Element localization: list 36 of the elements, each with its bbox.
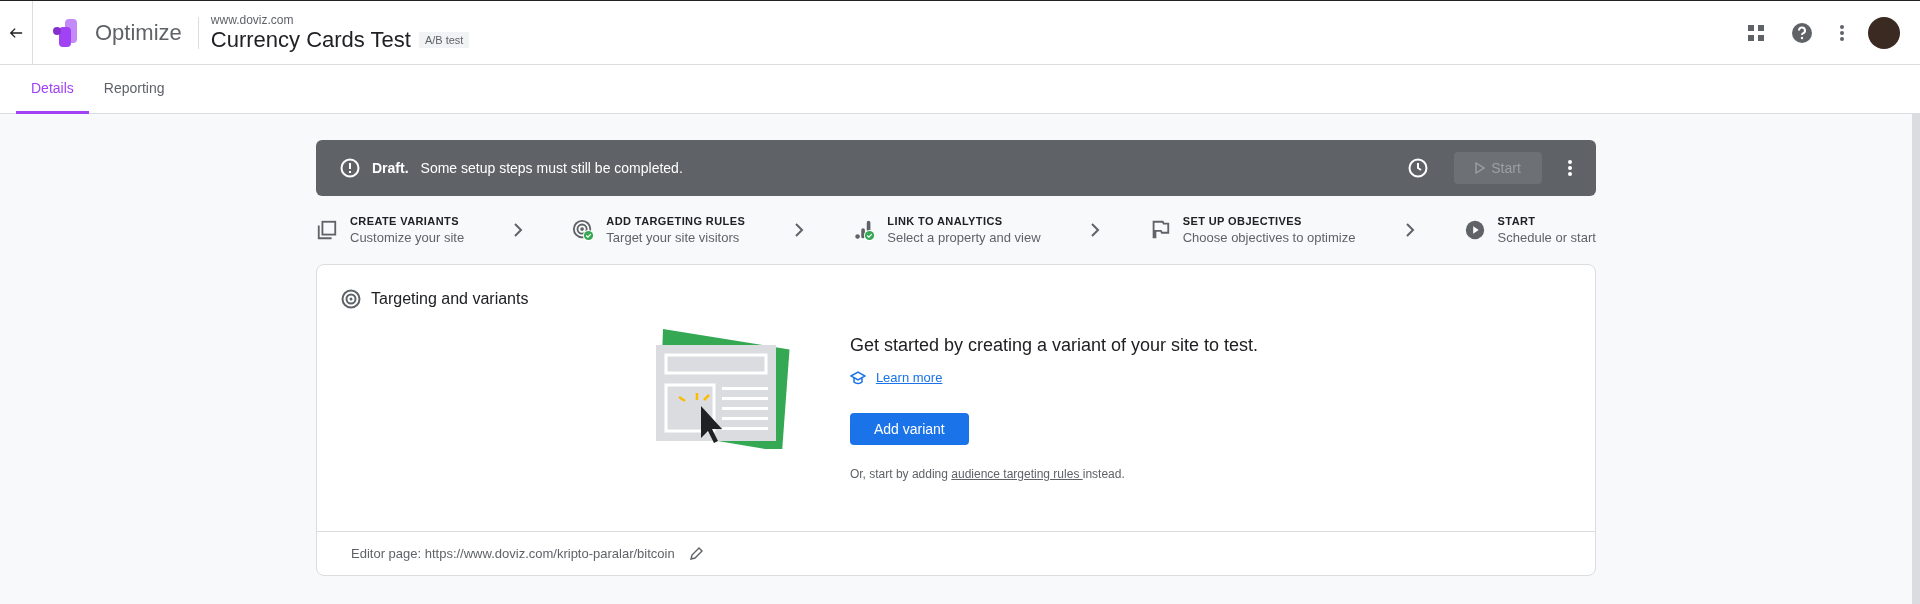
tab[interactable]: Details (16, 65, 89, 114)
status-message: Some setup steps must still be completed. (420, 160, 683, 176)
experiment-type-badge: A/B test (418, 31, 470, 48)
school-icon (849, 370, 866, 385)
step-subtitle: Select a property and view (887, 230, 1041, 245)
experiment-title: Currency Cards Test (210, 26, 411, 53)
card-title: Targeting and variants (371, 290, 529, 308)
alert-icon (340, 158, 360, 178)
empty-state-heading: Get started by creating a variant of your site to test. (849, 335, 1259, 356)
user-avatar[interactable] (1868, 16, 1900, 49)
chevron-right-icon (1088, 222, 1101, 238)
step-title: CREATE VARIANTS (350, 215, 460, 227)
editor-page-url: Editor page: https://www.doviz.com/kripto-paralar/bitcoin (351, 546, 675, 561)
step-subtitle: Choose objectives to optimize (1182, 230, 1356, 245)
step-subtitle: Target your site visitors (606, 230, 741, 245)
step-title: SET UP OBJECTIVES (1182, 215, 1303, 227)
chevron-right-icon (793, 222, 806, 238)
site-url: www.doviz.com (210, 12, 295, 27)
step-title: START (1497, 215, 1537, 227)
app-name: Optimize (95, 19, 182, 46)
logo-icon (53, 18, 79, 47)
hint-text: Or, start by adding audience targeting rules instead. (849, 467, 1125, 481)
chevron-right-icon (1403, 222, 1416, 238)
add-variant-button[interactable]: Add variant (849, 413, 969, 445)
audience-targeting-link[interactable]: audience targeting rules (951, 467, 1083, 481)
step-subtitle: Customize your site (350, 230, 465, 245)
chevron-right-icon (512, 222, 525, 238)
learn-more-link[interactable]: Learn more (875, 370, 943, 385)
target-icon (341, 289, 361, 309)
step-subtitle: Schedule or start (1497, 230, 1596, 245)
step-title: ADD TARGETING RULES (606, 215, 746, 227)
back-arrow-icon (9, 25, 23, 40)
step-title: LINK TO ANALYTICS (887, 215, 1004, 227)
play-icon (1475, 162, 1486, 174)
tab[interactable]: Reporting (88, 65, 180, 114)
status-label: Draft. (372, 160, 409, 176)
